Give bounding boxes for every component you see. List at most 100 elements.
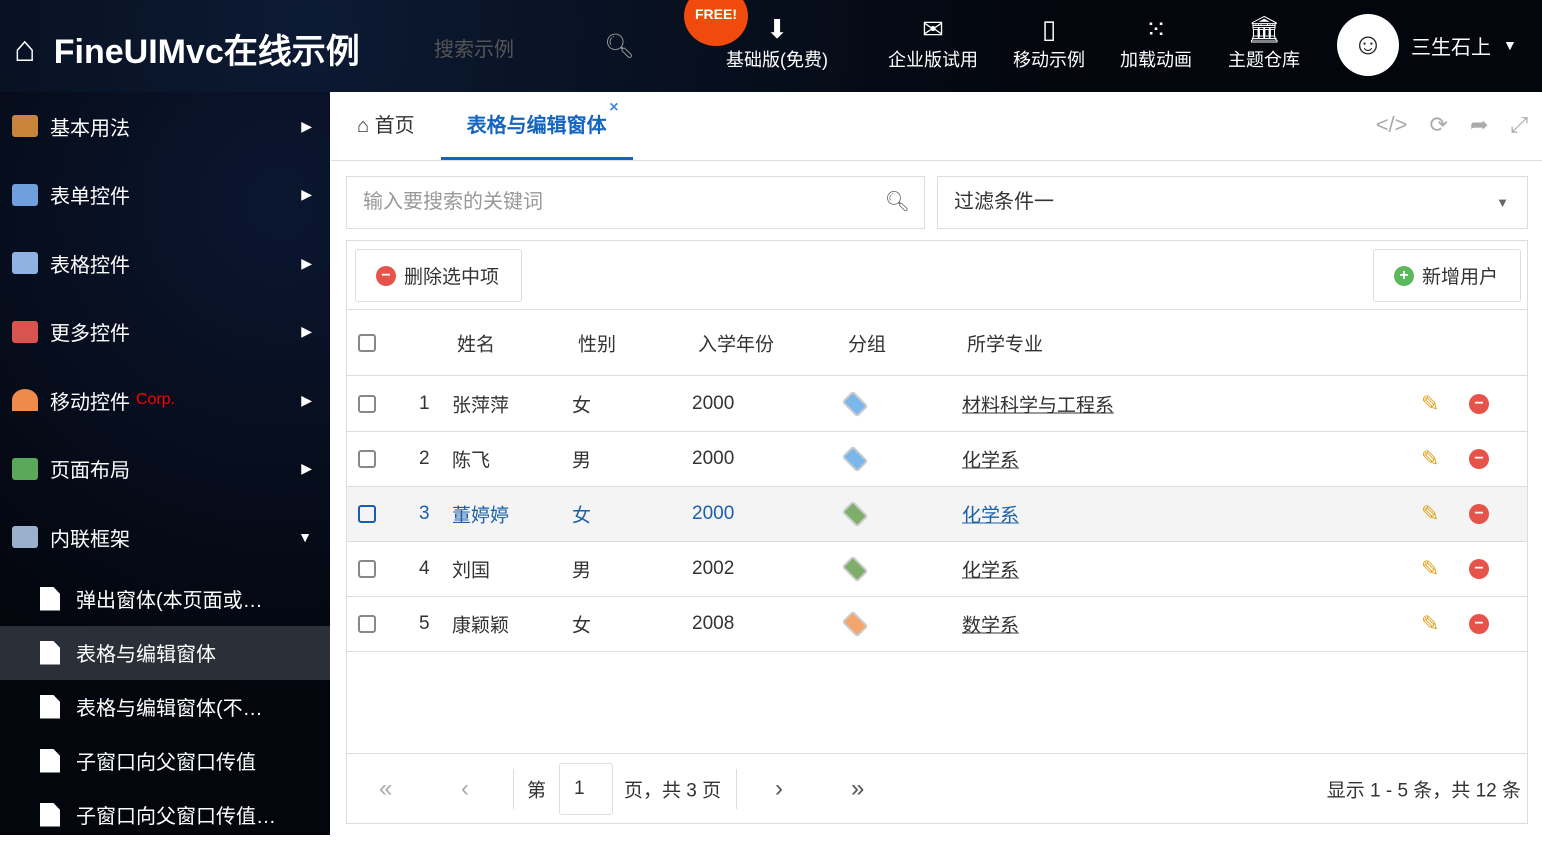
- delete-row-icon[interactable]: −: [1469, 504, 1489, 524]
- delete-row-icon[interactable]: −: [1469, 614, 1489, 634]
- row-checkbox[interactable]: [358, 615, 376, 633]
- table-row[interactable]: 1 张萍萍 女 2000 材料科学与工程系 ✎ −: [347, 377, 1527, 432]
- cell-major-link[interactable]: 材料科学与工程系: [962, 391, 1114, 418]
- cell-major-link[interactable]: 数学系: [962, 611, 1019, 638]
- last-page-icon[interactable]: »: [851, 775, 864, 803]
- sidebar-subitem[interactable]: 子窗口向父窗口传值: [0, 734, 330, 788]
- document-icon: [40, 694, 60, 719]
- delete-selected-button[interactable]: − 删除选中项: [355, 249, 523, 302]
- sidebar-subitem[interactable]: 弹出窗体(本页面或…: [0, 572, 330, 626]
- table-row[interactable]: 4 刘国 男 2002 化学系 ✎ −: [347, 542, 1527, 597]
- pencil-icon[interactable]: ✎: [1421, 391, 1439, 417]
- cell-name: 刘国: [452, 560, 491, 582]
- tag-icon: [841, 445, 869, 473]
- row-number: 1: [419, 393, 430, 414]
- sidebar-subitem[interactable]: 子窗口向父窗口传值…: [0, 788, 330, 842]
- chevron-right-icon: ▶: [301, 186, 312, 203]
- sidebar-item-grid[interactable]: 表格控件 ▶: [0, 229, 330, 298]
- filter-select[interactable]: 过滤条件一 ▼: [937, 176, 1528, 229]
- next-page-icon[interactable]: ›: [775, 775, 783, 803]
- pencil-icon[interactable]: ✎: [1421, 501, 1439, 527]
- cell-name: 康颖颖: [452, 615, 510, 637]
- document-icon: [40, 586, 60, 611]
- search-input[interactable]: 搜索示例: [434, 33, 514, 62]
- nav-enterprise[interactable]: ✉ 企业版试用: [888, 12, 978, 72]
- divider: [513, 768, 514, 809]
- tab-grid-edit[interactable]: 表格与编辑窗体 ×: [440, 92, 633, 160]
- page-input[interactable]: 1: [559, 762, 613, 815]
- column-header-year[interactable]: 入学年份: [698, 329, 774, 356]
- column-header-major[interactable]: 所学专业: [967, 329, 1043, 356]
- tag-icon: [841, 555, 869, 583]
- table-row[interactable]: 2 陈飞 男 2000 化学系 ✎ −: [347, 432, 1527, 487]
- delete-row-icon[interactable]: −: [1469, 559, 1489, 579]
- row-number: 4: [419, 558, 430, 579]
- cell-name: 张萍萍: [452, 395, 510, 417]
- sidebar-item-mobile[interactable]: 移动控件 Corp. ▶: [0, 366, 330, 435]
- delete-row-icon[interactable]: −: [1469, 394, 1489, 414]
- cell-year: 2000: [692, 448, 735, 469]
- tag-icon: [841, 610, 869, 638]
- sidebar-item-basic[interactable]: 基本用法 ▶: [0, 92, 330, 161]
- first-page-icon[interactable]: «: [379, 775, 392, 803]
- keyword-search-input[interactable]: 输入要搜索的关键词 🔍︎: [346, 176, 925, 229]
- column-header-group[interactable]: 分组: [848, 329, 886, 356]
- sidebar-subitem[interactable]: 表格与编辑窗体(不…: [0, 680, 330, 734]
- document-icon: [40, 640, 60, 665]
- column-header-name[interactable]: 姓名: [457, 329, 495, 356]
- pager: « ‹ 第 1 页，共 3 页 › » 显示 1 - 5 条，共 12 条: [347, 753, 1527, 823]
- nav-loading[interactable]: ⁙ 加载动画: [1120, 12, 1192, 72]
- sidebar-subitem-active[interactable]: 表格与编辑窗体: [0, 625, 330, 680]
- bank-icon: 🏛︎: [1247, 14, 1281, 44]
- cell-major-link[interactable]: 化学系: [962, 556, 1019, 583]
- cell-year: 2000: [692, 503, 735, 524]
- table-row[interactable]: 3 董婷婷 女 2000 化学系 ✎ −: [347, 487, 1527, 542]
- chevron-right-icon: ▶: [301, 117, 312, 134]
- user-menu[interactable]: ☺ 三生石上 ▼: [1337, 14, 1517, 76]
- table-row[interactable]: 5 康颖颖 女 2008 数学系 ✎ −: [347, 597, 1527, 652]
- row-checkbox[interactable]: [358, 560, 376, 578]
- spinner-icon: ⁙: [1145, 14, 1167, 44]
- tag-icon: [841, 500, 869, 528]
- cell-major-link[interactable]: 化学系: [962, 446, 1019, 473]
- tab-home[interactable]: ⌂ 首页: [331, 92, 441, 160]
- caret-down-icon: ▼: [1503, 37, 1517, 53]
- table-icon: [12, 252, 38, 275]
- layout-icon: [12, 457, 38, 480]
- nav-themes[interactable]: 🏛︎ 主题仓库: [1228, 12, 1300, 72]
- chevron-right-icon: ▶: [301, 323, 312, 340]
- logo[interactable]: ⌂ FineUIMvc在线示例: [14, 24, 360, 73]
- sidebar-item-more[interactable]: 更多控件 ▶: [0, 298, 330, 367]
- envelope-icon: ✉: [922, 14, 944, 44]
- column-header-gender[interactable]: 性别: [578, 329, 616, 356]
- prev-page-icon[interactable]: ‹: [461, 775, 469, 803]
- close-icon[interactable]: ×: [609, 74, 618, 142]
- search-icon[interactable]: 🔍︎: [604, 32, 634, 61]
- nav-mobile[interactable]: ▯ 移动示例: [1013, 12, 1085, 72]
- select-all-checkbox[interactable]: [358, 333, 376, 352]
- refresh-icon[interactable]: ⟳: [1430, 112, 1448, 138]
- cell-major-link[interactable]: 化学系: [962, 501, 1019, 528]
- row-checkbox[interactable]: [358, 395, 376, 413]
- sidebar: 基本用法 ▶ 表单控件 ▶ 表格控件 ▶ 更多控件 ▶ 移动控件 Corp. ▶ 页面布局 ▶…: [0, 92, 330, 835]
- sidebar-item-layout[interactable]: 页面布局 ▶: [0, 435, 330, 504]
- sidebar-item-iframe[interactable]: 内联框架 ▼: [0, 503, 330, 572]
- nav-basic[interactable]: ⬇ 基础版(免费): [726, 12, 828, 72]
- sidebar-item-form[interactable]: 表单控件 ▶: [0, 161, 330, 230]
- tab-strip: ⌂ 首页 表格与编辑窗体 × </> ⟳ ➦ ⤢: [331, 92, 1542, 161]
- search-icon[interactable]: 🔍︎: [885, 177, 910, 228]
- pencil-icon[interactable]: ✎: [1421, 611, 1439, 637]
- tag-icon: [841, 390, 869, 418]
- row-checkbox[interactable]: [358, 450, 376, 468]
- code-icon[interactable]: </>: [1376, 112, 1408, 138]
- expand-icon[interactable]: ⤢: [1510, 112, 1528, 138]
- record-summary: 显示 1 - 5 条，共 12 条: [1326, 780, 1521, 801]
- pencil-icon[interactable]: ✎: [1421, 446, 1439, 472]
- row-checkbox[interactable]: [358, 505, 376, 523]
- grid-header: 姓名 性别 入学年份 分组 所学专业: [347, 309, 1527, 376]
- share-icon[interactable]: ➦: [1470, 112, 1488, 138]
- add-user-button[interactable]: + 新增用户: [1372, 249, 1521, 302]
- divider: [736, 768, 737, 809]
- delete-row-icon[interactable]: −: [1469, 449, 1489, 469]
- pencil-icon[interactable]: ✎: [1421, 556, 1439, 582]
